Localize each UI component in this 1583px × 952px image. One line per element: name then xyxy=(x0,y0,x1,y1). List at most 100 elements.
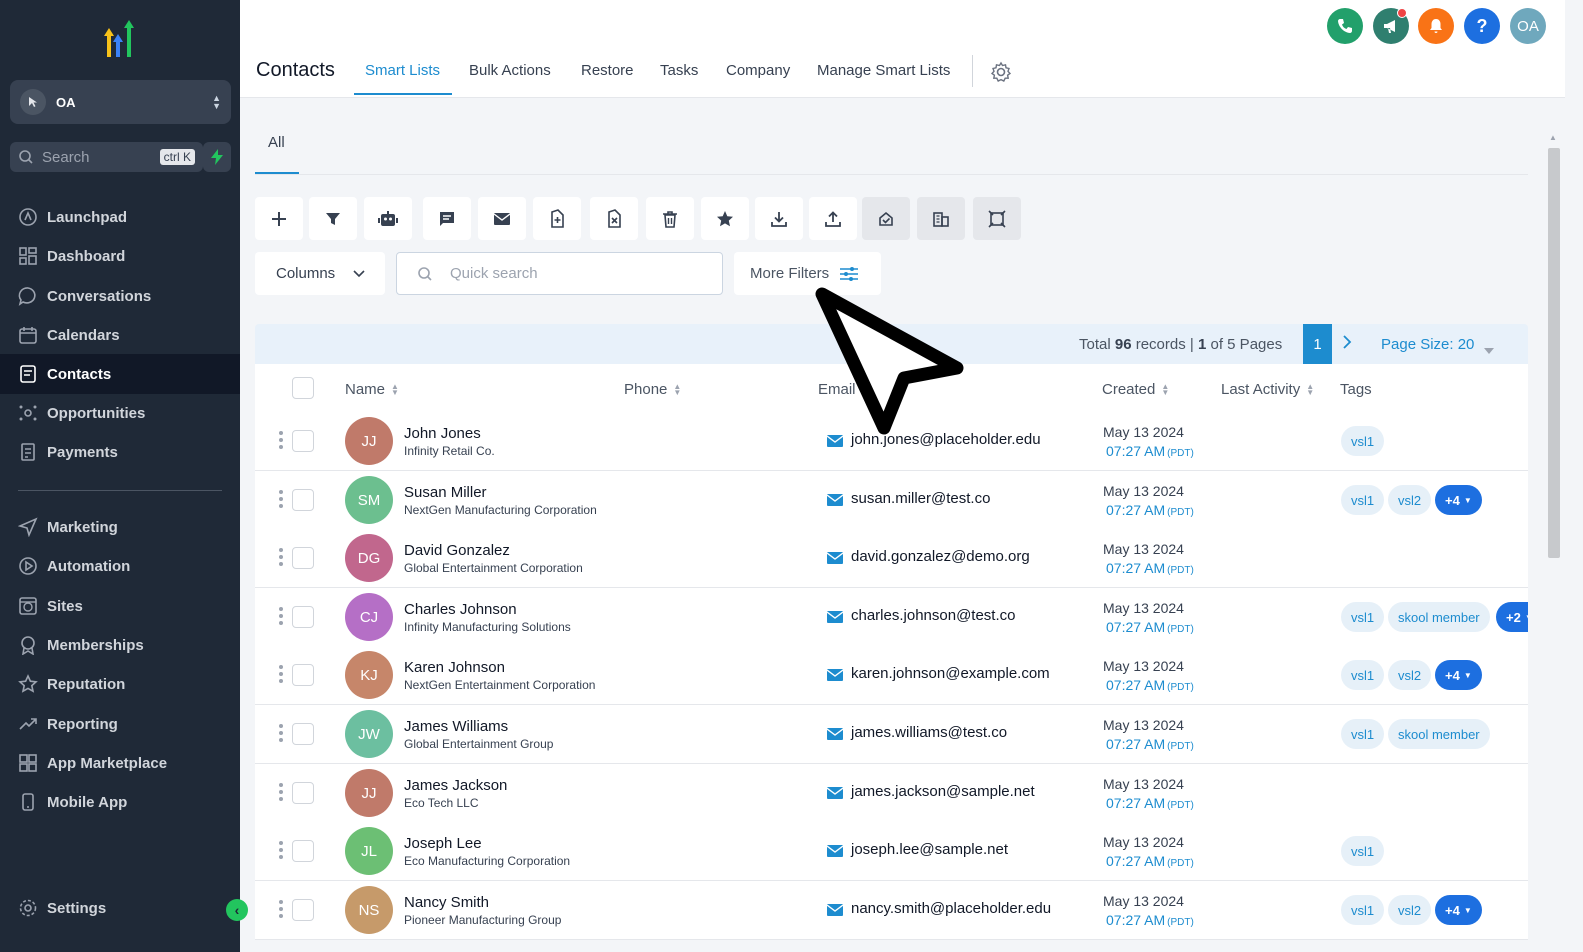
tag-chip[interactable]: vsl1 xyxy=(1341,895,1385,925)
column-header-last-activity[interactable]: Last Activity ▲ ▼ xyxy=(1221,381,1314,398)
contact-avatar[interactable]: DG xyxy=(345,534,393,582)
sort-icon[interactable]: ▲ ▼ xyxy=(1306,382,1314,396)
more-tags-button[interactable]: +2 ▼ xyxy=(1496,602,1528,632)
contact-name[interactable]: James Jackson xyxy=(404,777,507,794)
send-email-button[interactable] xyxy=(478,197,526,240)
call-button[interactable] xyxy=(1327,8,1363,44)
more-tags-button[interactable]: +4 ▼ xyxy=(1435,660,1482,690)
delete-button[interactable] xyxy=(646,197,694,240)
workflow-button[interactable] xyxy=(364,197,412,240)
drag-handle-icon[interactable] xyxy=(279,724,283,742)
sort-icon[interactable]: ▲ ▼ xyxy=(673,382,681,396)
contact-name[interactable]: David Gonzalez xyxy=(404,542,510,559)
tag-chip[interactable]: skool member xyxy=(1388,602,1490,632)
contact-avatar[interactable]: NS xyxy=(345,886,393,934)
contact-email[interactable]: james.jackson@sample.net xyxy=(851,783,1035,800)
scroll-up-arrow-icon[interactable]: ▲ xyxy=(1549,133,1557,142)
drag-handle-icon[interactable] xyxy=(279,490,283,508)
row-checkbox[interactable] xyxy=(292,547,314,569)
favorite-button[interactable] xyxy=(701,197,749,240)
contact-name[interactable]: Charles Johnson xyxy=(404,601,517,618)
quick-action-button[interactable] xyxy=(203,142,231,172)
drag-handle-icon[interactable] xyxy=(279,431,283,449)
contact-avatar[interactable]: JJ xyxy=(345,769,393,817)
tag-chip[interactable]: vsl1 xyxy=(1341,836,1385,866)
page-size-dropdown[interactable]: Page Size: 20 xyxy=(1381,336,1474,353)
quick-search-box[interactable] xyxy=(396,252,723,295)
tag-chip[interactable]: vsl1 xyxy=(1341,660,1385,690)
tag-chip[interactable]: skool member xyxy=(1388,719,1490,749)
column-header-phone[interactable]: Phone ▲ ▼ xyxy=(624,381,681,398)
drag-handle-icon[interactable] xyxy=(279,841,283,859)
sidebar-item-automation[interactable]: Automation xyxy=(0,546,240,586)
contact-email[interactable]: david.gonzalez@demo.org xyxy=(851,548,1030,565)
help-button[interactable]: ? xyxy=(1464,8,1500,44)
row-checkbox[interactable] xyxy=(292,723,314,745)
table-row[interactable]: DG David Gonzalez Global Entertainment Cor… xyxy=(255,529,1528,588)
export-button[interactable] xyxy=(809,197,857,240)
sidebar-search[interactable]: Search ctrl K xyxy=(10,142,203,172)
row-checkbox[interactable] xyxy=(292,782,314,804)
contact-name[interactable]: James Williams xyxy=(404,718,508,735)
column-header-created[interactable]: Created ▲ ▼ xyxy=(1102,381,1169,398)
drag-handle-icon[interactable] xyxy=(279,548,283,566)
table-row[interactable]: JL Joseph Lee Eco Manufacturing Corporatio… xyxy=(255,822,1528,881)
contact-name[interactable]: Joseph Lee xyxy=(404,835,482,852)
user-avatar[interactable]: OA xyxy=(1510,8,1546,44)
tab-bulk-actions[interactable]: Bulk Actions xyxy=(469,62,551,79)
settings-gear-button[interactable] xyxy=(990,61,1012,88)
contact-avatar[interactable]: JJ xyxy=(345,417,393,465)
tab-manage-smart-lists[interactable]: Manage Smart Lists xyxy=(817,62,950,79)
columns-dropdown[interactable]: Columns xyxy=(255,252,385,295)
merge-contacts-button[interactable] xyxy=(862,197,910,240)
drag-handle-icon[interactable] xyxy=(279,607,283,625)
contact-avatar[interactable]: JL xyxy=(345,827,393,875)
table-row[interactable]: SM Susan Miller NextGen Manufacturing Corp… xyxy=(255,471,1528,530)
sidebar-item-dashboard[interactable]: Dashboard xyxy=(0,236,240,276)
add-to-company-button[interactable] xyxy=(917,197,965,240)
contact-name[interactable]: Nancy Smith xyxy=(404,894,489,911)
caret-down-icon[interactable] xyxy=(1484,341,1494,359)
announcements-button[interactable] xyxy=(1373,8,1409,44)
sort-icon[interactable]: ▲ ▼ xyxy=(1161,382,1169,396)
account-switcher[interactable]: OA ▲ ▼ xyxy=(10,80,231,124)
row-checkbox[interactable] xyxy=(292,899,314,921)
tag-chip[interactable]: vsl2 xyxy=(1388,895,1432,925)
contact-avatar[interactable]: JW xyxy=(345,710,393,758)
contact-email[interactable]: charles.johnson@test.co xyxy=(851,607,1015,624)
row-checkbox[interactable] xyxy=(292,489,314,511)
tag-chip[interactable]: vsl1 xyxy=(1341,485,1385,515)
notifications-button[interactable] xyxy=(1418,8,1454,44)
sidebar-item-conversations[interactable]: Conversations xyxy=(0,276,240,316)
tag-chip[interactable]: vsl1 xyxy=(1341,719,1385,749)
bulk-export-button[interactable] xyxy=(973,197,1021,240)
next-page-button[interactable] xyxy=(1342,334,1352,355)
contact-avatar[interactable]: CJ xyxy=(345,593,393,641)
page-1-button[interactable]: 1 xyxy=(1303,324,1332,364)
sidebar-item-app-marketplace[interactable]: App Marketplace xyxy=(0,743,240,783)
filter-button[interactable] xyxy=(309,197,357,240)
tag-chip[interactable]: vsl1 xyxy=(1341,602,1385,632)
contact-name[interactable]: Susan Miller xyxy=(404,484,487,501)
sidebar-item-memberships[interactable]: Memberships xyxy=(0,625,240,665)
import-button[interactable] xyxy=(755,197,803,240)
contact-name[interactable]: Karen Johnson xyxy=(404,659,505,676)
tab-tasks[interactable]: Tasks xyxy=(660,62,698,79)
contact-name[interactable]: John Jones xyxy=(404,425,481,442)
add-contact-button[interactable] xyxy=(255,197,303,240)
subtab-all[interactable]: All xyxy=(268,134,285,151)
tab-company[interactable]: Company xyxy=(726,62,790,79)
add-tag-button[interactable] xyxy=(533,197,581,240)
select-all-checkbox[interactable] xyxy=(292,377,314,399)
brand-logo[interactable] xyxy=(98,18,140,65)
contact-email[interactable]: nancy.smith@placeholder.edu xyxy=(851,900,1051,917)
sidebar-item-payments[interactable]: Payments xyxy=(0,432,240,472)
table-row[interactable]: KJ Karen Johnson NextGen Entertainment Cor… xyxy=(255,646,1528,705)
drag-handle-icon[interactable] xyxy=(279,665,283,683)
sort-icon[interactable]: ▲ ▼ xyxy=(391,382,399,396)
row-checkbox[interactable] xyxy=(292,840,314,862)
more-tags-button[interactable]: +4 ▼ xyxy=(1435,485,1482,515)
sidebar-item-calendars[interactable]: Calendars xyxy=(0,315,240,355)
drag-handle-icon[interactable] xyxy=(279,900,283,918)
contact-avatar[interactable]: SM xyxy=(345,476,393,524)
